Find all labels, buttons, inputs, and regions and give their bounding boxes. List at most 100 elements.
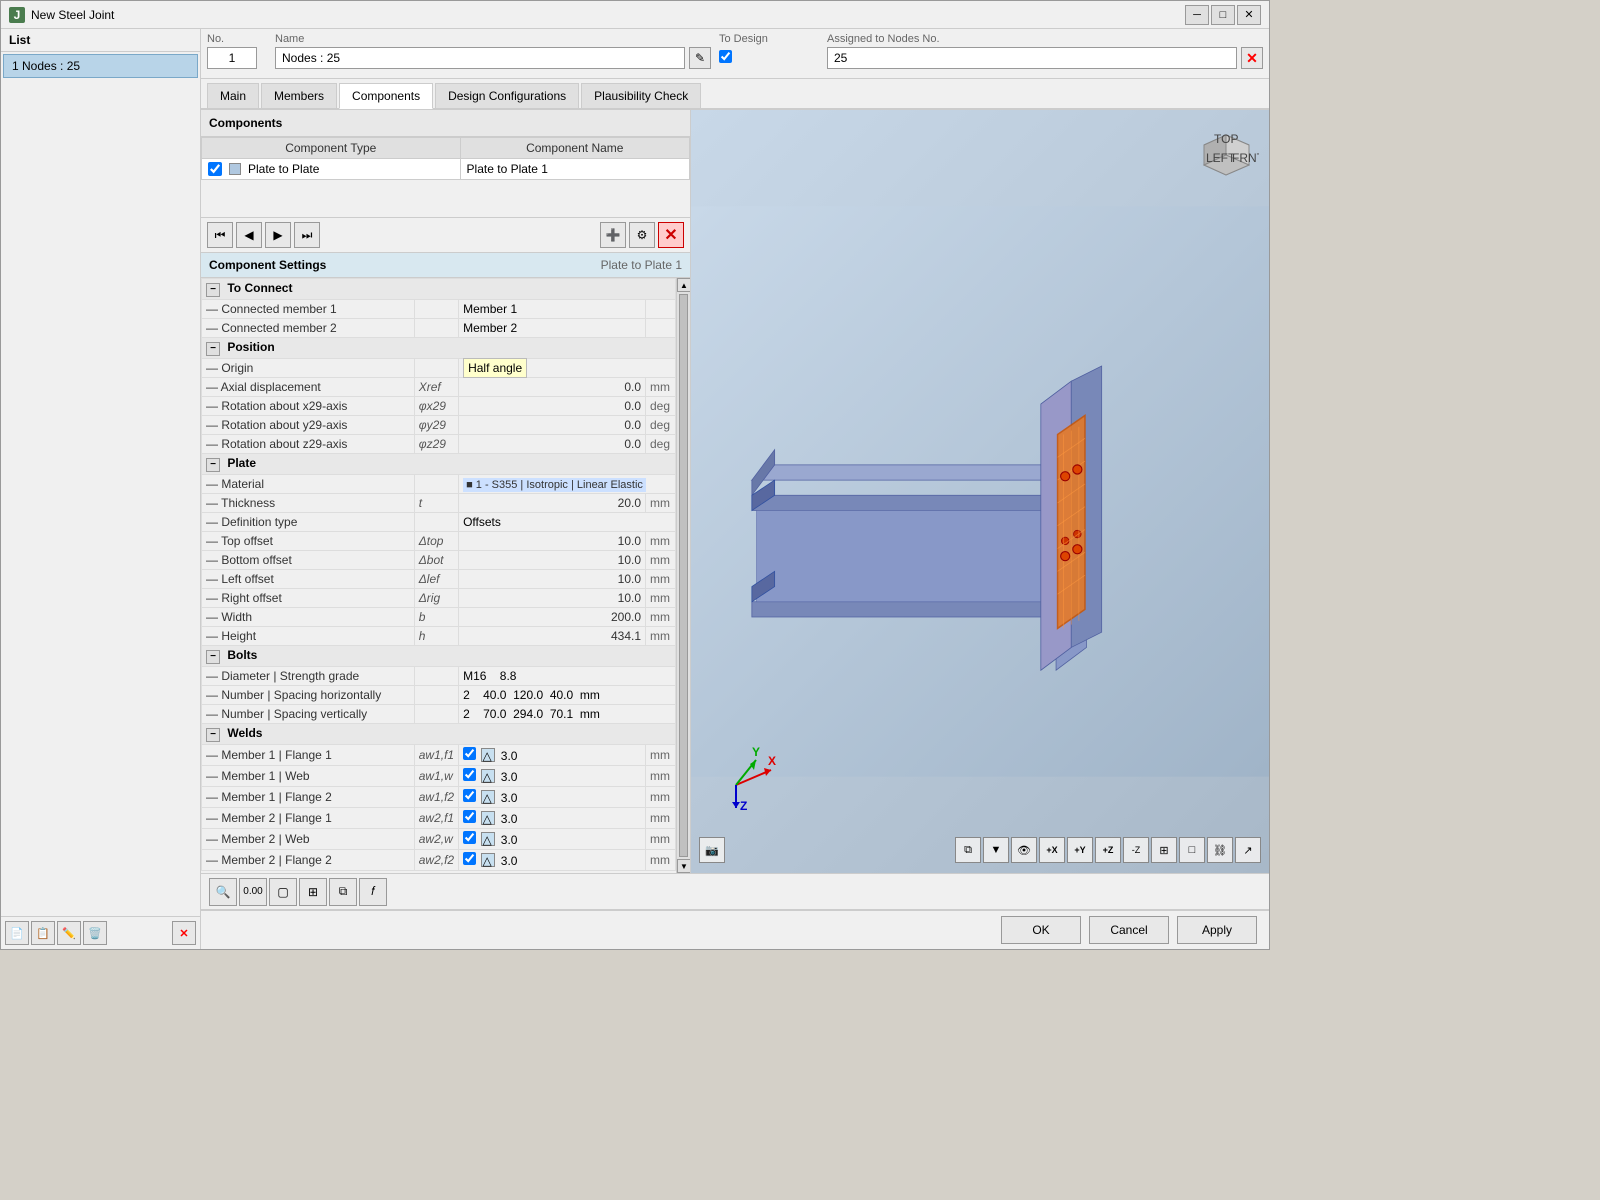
- window-title: New Steel Joint: [31, 8, 1179, 22]
- right-offset-value: 10.0: [459, 589, 646, 608]
- bolt-diam-label: — Diameter | Strength grade: [202, 667, 415, 686]
- welds-toggle[interactable]: −: [206, 728, 220, 742]
- weld-m2f2-icon[interactable]: △: [481, 853, 495, 867]
- list-panel-footer: 📄 📋 ✏️ 🗑️ ✕: [1, 916, 200, 949]
- box-mode-button[interactable]: □: [1179, 837, 1205, 863]
- grid-button[interactable]: ⊞: [299, 878, 327, 906]
- list-item[interactable]: 1 Nodes : 25: [3, 54, 198, 78]
- weld-m1f2-icon[interactable]: △: [481, 790, 495, 804]
- settings-component-button[interactable]: ⚙: [629, 222, 655, 248]
- iz-button[interactable]: -Z: [1123, 837, 1149, 863]
- settings-scroll-wrap: − To Connect — Connected member 1 Member…: [201, 278, 690, 873]
- delete-component-button[interactable]: ✕: [658, 222, 684, 248]
- axial-disp-symbol: Xref: [414, 378, 458, 397]
- rot-y-value: 0.0: [459, 416, 646, 435]
- width-value: 200.0: [459, 608, 646, 627]
- nav-last-button[interactable]: ⏭: [294, 222, 320, 248]
- bolts-toggle[interactable]: −: [206, 650, 220, 664]
- layers-button[interactable]: ⧉: [329, 878, 357, 906]
- nav-next-button[interactable]: ▶: [265, 222, 291, 248]
- weld-m1f2-cell: △ 3.0: [459, 787, 646, 808]
- tab-main[interactable]: Main: [207, 83, 259, 108]
- z-axis-button[interactable]: +Z: [1095, 837, 1121, 863]
- weld-m2f1-checkbox[interactable]: [463, 810, 476, 823]
- minimize-button[interactable]: ─: [1185, 5, 1209, 25]
- close-button[interactable]: ✕: [1237, 5, 1261, 25]
- table-row: — Top offset Δtop 10.0 mm: [202, 532, 676, 551]
- settings-scroll[interactable]: − To Connect — Connected member 1 Member…: [201, 278, 676, 873]
- name-input[interactable]: [275, 47, 685, 69]
- rename-list-button[interactable]: ✏️: [57, 921, 81, 945]
- link-button[interactable]: ⛓: [1207, 837, 1233, 863]
- weld-m2w-symbol: aw2,w: [414, 829, 458, 850]
- material-value: ■ 1 - S355 | Isotropic | Linear Elastic: [459, 475, 676, 494]
- no-input[interactable]: [207, 47, 257, 69]
- weld-m1f1-checkbox[interactable]: [463, 747, 476, 760]
- scroll-thumb[interactable]: [679, 294, 688, 857]
- close-list-button[interactable]: ✕: [172, 921, 196, 945]
- table-row: — Width b 200.0 mm: [202, 608, 676, 627]
- name-edit-button[interactable]: ✎: [689, 47, 711, 69]
- box-bottom-button[interactable]: ▢: [269, 878, 297, 906]
- col-type: Component Type: [202, 138, 461, 159]
- frame-button[interactable]: ⊞: [1151, 837, 1177, 863]
- comp-settings-title: Component Settings: [209, 258, 326, 272]
- weld-m1f2-checkbox[interactable]: [463, 789, 476, 802]
- section-bolts-header: − Bolts: [202, 646, 676, 667]
- cancel-button[interactable]: Cancel: [1089, 916, 1169, 944]
- copy-dropdown-button[interactable]: ▼: [983, 837, 1009, 863]
- weld-m1w-checkbox[interactable]: [463, 768, 476, 781]
- origin-dropdown[interactable]: Half angle: [463, 358, 527, 378]
- main-content: List 1 Nodes : 25 📄 📋 ✏️ 🗑️ ✕ No. Name: [1, 29, 1269, 949]
- plate-toggle[interactable]: −: [206, 458, 220, 472]
- rot-x-symbol: φx29: [414, 397, 458, 416]
- nav-first-button[interactable]: ⏮: [207, 222, 233, 248]
- to-design-section: To Design: [719, 33, 819, 74]
- row-checkbox[interactable]: [208, 162, 222, 176]
- position-toggle[interactable]: −: [206, 342, 220, 356]
- tab-members[interactable]: Members: [261, 83, 337, 108]
- to-connect-toggle[interactable]: −: [206, 283, 220, 297]
- weld-m2w-icon[interactable]: △: [481, 832, 495, 846]
- add-component-button[interactable]: ➕: [600, 222, 626, 248]
- weld-m2f1-icon[interactable]: △: [481, 811, 495, 825]
- weld-m2f2-checkbox[interactable]: [463, 852, 476, 865]
- nav-prev-button[interactable]: ◀: [236, 222, 262, 248]
- export-button[interactable]: ↗: [1235, 837, 1261, 863]
- camera-button[interactable]: 📷: [699, 837, 725, 863]
- copy-list-button[interactable]: 📋: [31, 921, 55, 945]
- scroll-down-button[interactable]: ▼: [677, 859, 690, 873]
- cube-navigator[interactable]: TOP LEFT FRNT: [1194, 120, 1259, 188]
- eye-button[interactable]: 👁: [1011, 837, 1037, 863]
- to-design-checkbox[interactable]: [719, 50, 732, 63]
- welds-label: Welds: [227, 726, 262, 740]
- tab-design-configs[interactable]: Design Configurations: [435, 83, 579, 108]
- no-section: No.: [207, 33, 267, 74]
- assigned-input[interactable]: [827, 47, 1237, 69]
- tab-components[interactable]: Components: [339, 83, 433, 109]
- x-axis-button[interactable]: +X: [1039, 837, 1065, 863]
- y-axis-button[interactable]: +Y: [1067, 837, 1093, 863]
- middle-area: Components Component Type Component Name: [201, 110, 1269, 873]
- add-list-button[interactable]: 📄: [5, 921, 29, 945]
- apply-button[interactable]: Apply: [1177, 916, 1257, 944]
- decimal-button[interactable]: 0.00: [239, 878, 267, 906]
- settings-bottom-button[interactable]: 𝑓: [359, 878, 387, 906]
- copy-view-button[interactable]: ⧉: [955, 837, 981, 863]
- 3d-view[interactable]: TOP LEFT FRNT X: [691, 110, 1269, 873]
- scroll-up-button[interactable]: ▲: [677, 278, 690, 292]
- search-bottom-button[interactable]: 🔍: [209, 878, 237, 906]
- delete-list-button[interactable]: 🗑️: [83, 921, 107, 945]
- weld-m1f1-icon[interactable]: △: [481, 748, 495, 762]
- weld-m1w-label: — Member 1 | Web: [202, 766, 415, 787]
- settings-scrollbar[interactable]: ▲ ▼: [676, 278, 690, 873]
- ok-button[interactable]: OK: [1001, 916, 1081, 944]
- section-welds: − Welds: [202, 724, 676, 745]
- to-design-label: To Design: [719, 33, 819, 45]
- material-display: ■ 1 - S355 | Isotropic | Linear Elastic: [463, 478, 646, 492]
- weld-m2w-checkbox[interactable]: [463, 831, 476, 844]
- assigned-clear-button[interactable]: ✕: [1241, 47, 1263, 69]
- tab-plausibility[interactable]: Plausibility Check: [581, 83, 701, 108]
- maximize-button[interactable]: □: [1211, 5, 1235, 25]
- weld-m1w-icon[interactable]: △: [481, 769, 495, 783]
